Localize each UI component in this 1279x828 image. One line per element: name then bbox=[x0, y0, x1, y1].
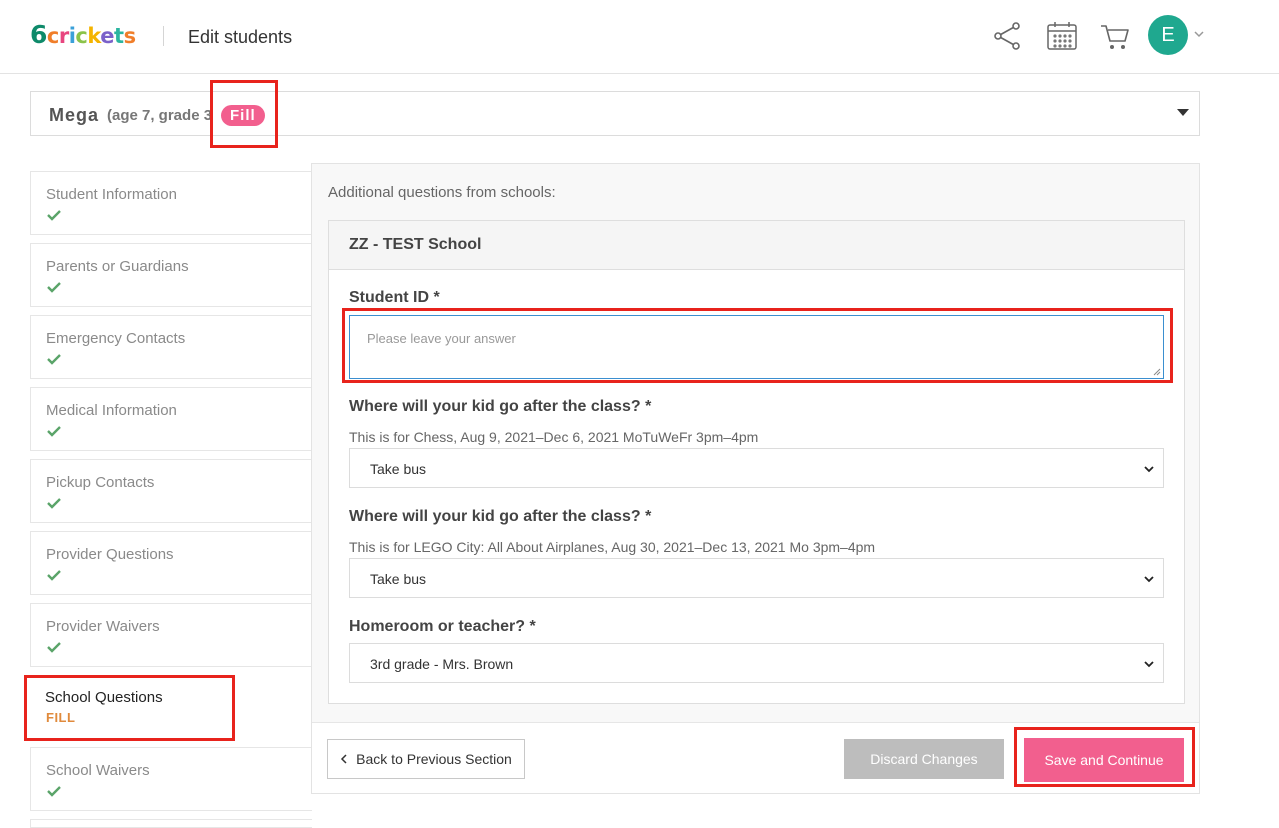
back-button[interactable]: Back to Previous Section bbox=[327, 739, 525, 779]
check-icon bbox=[47, 210, 61, 221]
question-label: Where will your kid go after the class? … bbox=[349, 508, 652, 525]
check-icon bbox=[47, 642, 61, 653]
resize-grip-icon[interactable] bbox=[1153, 368, 1161, 376]
cart-icon[interactable] bbox=[1097, 18, 1133, 54]
back-button-label: Back to Previous Section bbox=[356, 751, 512, 767]
sidebar-item-label: School Waivers bbox=[46, 762, 150, 779]
chevron-down-icon bbox=[1144, 576, 1154, 583]
student-name: Mega bbox=[49, 105, 100, 125]
sidebar-item-school-waivers[interactable]: School Waivers bbox=[30, 747, 312, 811]
chevron-down-icon bbox=[1144, 661, 1154, 668]
sidebar-item-emergency-contacts[interactable]: Emergency Contacts bbox=[30, 315, 312, 379]
app-header: 6crickets Edit students E bbox=[0, 0, 1279, 74]
sidebar-item-label: Pickup Contacts bbox=[46, 474, 155, 491]
homeroom-select[interactable]: 3rd grade - Mrs. Brown bbox=[349, 643, 1164, 683]
check-icon bbox=[47, 354, 61, 365]
discard-button[interactable]: Discard Changes bbox=[844, 739, 1004, 779]
question-subtext: This is for Chess, Aug 9, 2021–Dec 6, 20… bbox=[349, 429, 759, 445]
sidebar-item-label: Student Information bbox=[46, 186, 177, 203]
header-divider bbox=[163, 26, 164, 46]
school-card: ZZ - TEST School Student ID * Please lea… bbox=[328, 220, 1185, 704]
chevron-down-icon[interactable] bbox=[1192, 27, 1206, 41]
question-label: Homeroom or teacher? * bbox=[349, 618, 536, 635]
status-badge: Fill bbox=[221, 105, 265, 126]
sidebar-item-school-questions[interactable]: School Questions FILL bbox=[30, 675, 312, 739]
check-icon bbox=[47, 570, 61, 581]
student-id-textarea[interactable]: Please leave your answer bbox=[349, 315, 1164, 379]
school-card-header: ZZ - TEST School bbox=[329, 221, 1184, 270]
check-icon bbox=[47, 498, 61, 509]
discard-button-label: Discard Changes bbox=[870, 751, 978, 767]
after-class-select-lego[interactable]: Take bus bbox=[349, 558, 1164, 598]
sidebar-item-label: Emergency Contacts bbox=[46, 330, 186, 347]
sidebar-item-student-information[interactable]: Student Information bbox=[30, 171, 312, 235]
school-questions-panel: Additional questions from schools: ZZ - … bbox=[311, 163, 1200, 794]
form-footer: Back to Previous Section Discard Changes… bbox=[312, 722, 1199, 793]
page-title: Edit students bbox=[188, 27, 293, 47]
textarea-placeholder: Please leave your answer bbox=[367, 331, 516, 346]
question-label: Student ID * bbox=[349, 289, 440, 306]
sidebar-item-label: School Questions bbox=[45, 689, 163, 706]
select-value: Take bus bbox=[370, 461, 427, 477]
sidebar-item-label: Provider Questions bbox=[46, 546, 174, 563]
save-continue-button[interactable]: Save and Continue bbox=[1024, 738, 1184, 782]
check-icon bbox=[47, 786, 61, 797]
caret-down-icon bbox=[1177, 109, 1189, 116]
sidebar-item-label: Parents or Guardians bbox=[46, 258, 189, 275]
question-subtext: This is for LEGO City: All About Airplan… bbox=[349, 539, 876, 555]
select-value: 3rd grade - Mrs. Brown bbox=[370, 656, 514, 672]
sidebar-item-label: Medical Information bbox=[46, 402, 177, 419]
sidebar-item-provider-questions[interactable]: Provider Questions bbox=[30, 531, 312, 595]
check-icon bbox=[47, 426, 61, 437]
calendar-icon[interactable] bbox=[1044, 18, 1080, 54]
sidebar-item-status: FILL bbox=[46, 710, 76, 725]
share-icon[interactable] bbox=[989, 18, 1025, 54]
sidebar-item-medical-information[interactable]: Medical Information bbox=[30, 387, 312, 451]
after-class-select-chess[interactable]: Take bus bbox=[349, 448, 1164, 488]
check-icon bbox=[47, 282, 61, 293]
school-name: ZZ - TEST School bbox=[349, 236, 482, 253]
section-intro: Additional questions from schools: bbox=[328, 184, 556, 201]
question-label: Where will your kid go after the class? … bbox=[349, 398, 652, 415]
save-button-label: Save and Continue bbox=[1044, 752, 1164, 768]
sidebar-item-label: Provider Waivers bbox=[46, 618, 160, 635]
sidebar-item-next[interactable] bbox=[30, 819, 312, 828]
avatar[interactable]: E bbox=[1148, 15, 1188, 55]
sidebar-item-parents-or-guardians[interactable]: Parents or Guardians bbox=[30, 243, 312, 307]
logo[interactable]: 6crickets bbox=[30, 20, 136, 49]
avatar-initial: E bbox=[1161, 23, 1175, 46]
student-select[interactable]: Mega (age 7, grade 3 Fill bbox=[30, 91, 1200, 136]
select-value: Take bus bbox=[370, 571, 427, 587]
sidebar-item-pickup-contacts[interactable]: Pickup Contacts bbox=[30, 459, 312, 523]
sidebar-item-provider-waivers[interactable]: Provider Waivers bbox=[30, 603, 312, 667]
student-meta: (age 7, grade 3 bbox=[107, 107, 213, 124]
chevron-left-icon bbox=[341, 754, 347, 764]
chevron-down-icon bbox=[1144, 466, 1154, 473]
